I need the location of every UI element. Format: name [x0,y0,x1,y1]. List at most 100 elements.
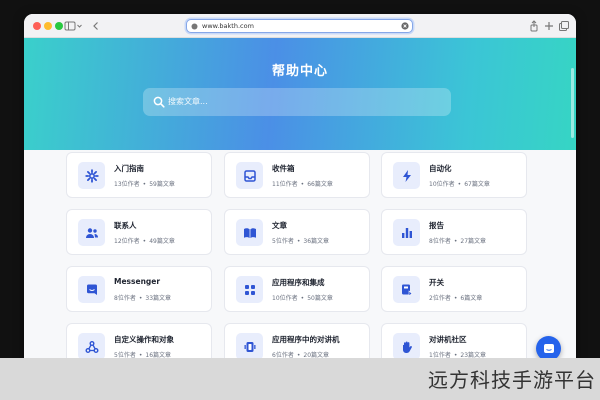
article-count: 6篇文章 [460,295,483,302]
collection-card-contacts[interactable]: 联系人 12位作者 • 49篇文章 [66,209,212,255]
contacts-icon [85,227,98,238]
card-icon-wrap [393,162,420,189]
meta-separator: • [300,295,305,302]
url-text[interactable]: www.bakth.com [202,21,254,32]
card-icon-wrap [236,333,263,360]
card-meta: 13位作者 • 59篇文章 [114,179,175,188]
messenger-icon [86,284,97,295]
article-count: 67篇文章 [464,181,490,188]
walkie-talkie-icon [244,341,255,352]
minimize-window-button[interactable] [44,22,52,30]
book-icon [243,227,256,238]
collection-card-automation[interactable]: 自动化 10位作者 • 67篇文章 [381,152,527,198]
apps-grid-icon [244,284,255,295]
card-title: 文章 [272,221,287,230]
card-title: Messenger [114,277,161,286]
card-icon-wrap [393,276,420,303]
card-meta: 11位作者 • 66篇文章 [272,179,333,188]
meta-separator: • [453,295,458,302]
article-count: 50篇文章 [307,295,333,302]
collection-card-getting-started[interactable]: 入门指南 13位作者 • 59篇文章 [66,152,212,198]
collection-card-apps-integrations[interactable]: 应用程序和集成 10位作者 • 50篇文章 [224,266,370,312]
article-count: 49篇文章 [149,238,175,245]
card-title: 入门指南 [114,164,144,173]
collection-card-switch[interactable]: 开关 2位作者 • 6篇文章 [381,266,527,312]
meta-separator: • [300,181,305,188]
inbox-icon [243,169,256,182]
card-icon-wrap [78,333,105,360]
meta-separator: • [453,238,458,245]
card-title: 应用程序中的对讲机 [272,335,340,344]
site-settings-icon[interactable] [191,23,198,30]
card-meta: 8位作者 • 27篇文章 [429,236,486,245]
meta-separator: • [142,238,147,245]
collection-card-articles[interactable]: 文章 5位作者 • 36篇文章 [224,209,370,255]
card-title: 联系人 [114,221,137,230]
card-title: 开关 [429,278,444,287]
author-count: 8位作者 [429,238,451,245]
author-count: 5位作者 [272,238,294,245]
bolt-icon [402,169,411,182]
hero-banner: 帮助中心 搜索文章... [24,38,576,150]
author-count: 10位作者 [429,181,455,188]
meta-separator: • [457,181,462,188]
article-count: 33篇文章 [145,295,172,302]
card-title: 对讲机社区 [429,335,467,344]
hand-wave-icon [402,341,412,353]
article-count: 66篇文章 [307,181,333,188]
card-meta: 2位作者 • 6篇文章 [429,293,482,302]
author-count: 8位作者 [114,295,136,302]
bar-chart-icon [401,227,412,238]
article-count: 27篇文章 [460,238,487,245]
card-title: 自动化 [429,164,452,173]
card-meta: 5位作者 • 36篇文章 [272,236,329,245]
switch-icon [401,284,412,297]
meta-separator: • [296,238,301,245]
card-title: 收件箱 [272,164,295,173]
close-window-button[interactable] [33,22,41,30]
watermark-text: 远方科技手游平台 [428,368,596,392]
card-icon-wrap [393,333,420,360]
card-meta: 12位作者 • 49篇文章 [114,236,175,245]
card-title: 应用程序和集成 [272,278,325,287]
share-icon[interactable] [528,20,540,32]
search-icon [153,96,165,108]
back-icon[interactable] [90,20,102,32]
webhook-icon [85,340,98,353]
card-title: 自定义操作和对象 [114,335,174,344]
card-meta: 8位作者 • 33篇文章 [114,293,171,302]
search-input[interactable]: 搜索文章... [143,88,451,116]
new-tab-icon[interactable] [543,20,555,32]
card-icon-wrap [236,219,263,246]
collection-card-reports[interactable]: 报告 8位作者 • 27篇文章 [381,209,527,255]
meta-separator: • [142,181,147,188]
card-icon-wrap [78,219,105,246]
search-placeholder: 搜索文章... [168,97,208,106]
collection-card-messenger[interactable]: Messenger 8位作者 • 33篇文章 [66,266,212,312]
chevron-down-icon[interactable] [76,20,83,32]
author-count: 11位作者 [272,181,298,188]
browser-window: www.bakth.com 帮助中心 搜索文章... 入门指南 13位作者 • … [24,14,576,368]
browser-toolbar: www.bakth.com [24,14,576,38]
card-icon-wrap [236,162,263,189]
chat-icon [543,343,554,353]
article-count: 59篇文章 [149,181,175,188]
card-meta: 10位作者 • 67篇文章 [429,179,490,188]
address-bar[interactable]: www.bakth.com [186,19,413,33]
card-icon-wrap [78,162,105,189]
article-count: 36篇文章 [303,238,330,245]
clear-url-icon[interactable] [401,22,409,30]
zoom-window-button[interactable] [55,22,63,30]
scrollbar[interactable] [571,68,574,138]
author-count: 12位作者 [114,238,140,245]
card-icon-wrap [393,219,420,246]
card-title: 报告 [429,221,444,230]
sidebar-toggle-icon[interactable] [64,20,76,32]
gear-icon [84,168,99,183]
card-icon-wrap [236,276,263,303]
tabs-overview-icon[interactable] [558,20,570,32]
collection-card-inbox[interactable]: 收件箱 11位作者 • 66篇文章 [224,152,370,198]
page-title: 帮助中心 [271,64,328,79]
author-count: 13位作者 [114,181,140,188]
author-count: 2位作者 [429,295,451,302]
